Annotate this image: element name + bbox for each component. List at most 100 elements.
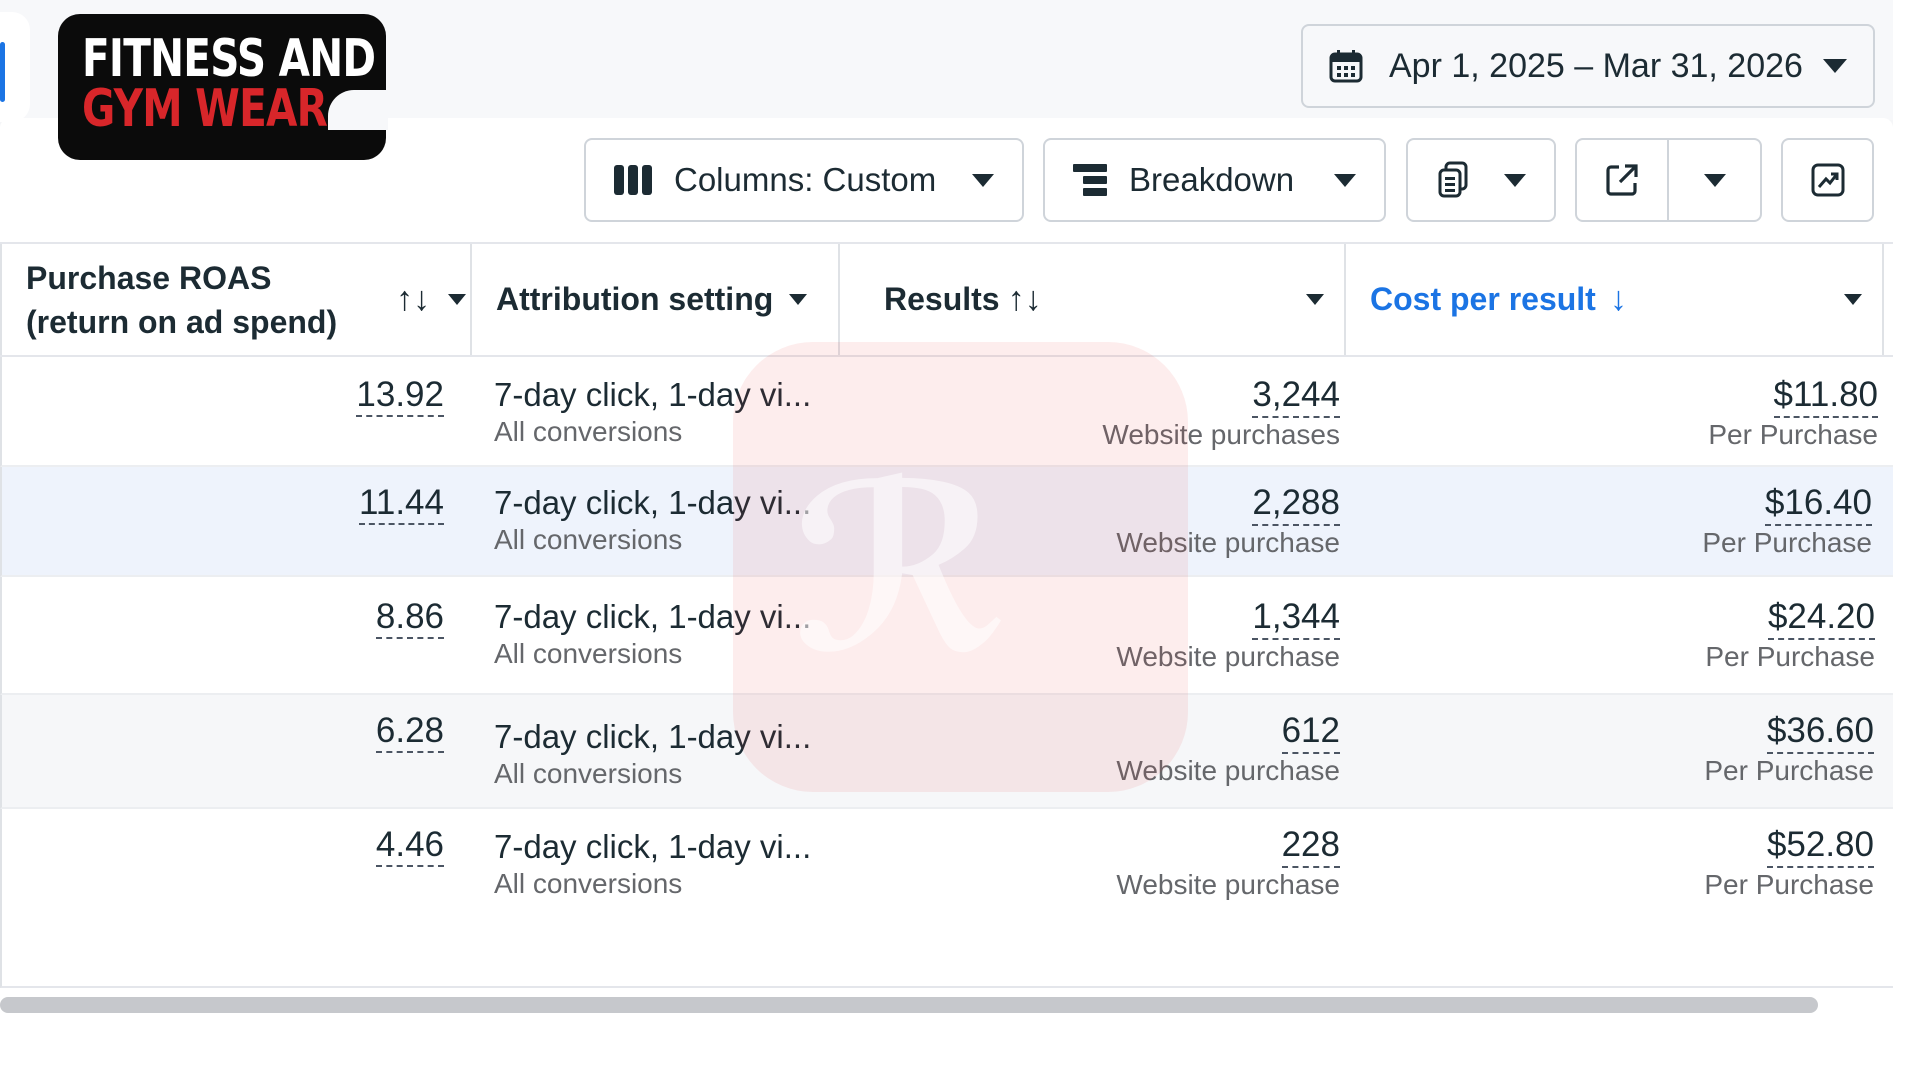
page-edge — [1893, 0, 1920, 1080]
results-cell: 1,344 Website purchase — [1116, 597, 1340, 674]
roas-value[interactable]: 8.86 — [375, 597, 444, 639]
reports-icon — [1438, 161, 1468, 198]
reports-button[interactable] — [1406, 138, 1556, 222]
breakdown-button[interactable]: Breakdown — [1043, 138, 1386, 222]
export-button-group — [1575, 138, 1762, 222]
cost-cell: $52.80 Per Purchase — [1704, 825, 1874, 902]
calendar-icon — [1329, 50, 1363, 83]
attribution-subtext: All conversions — [494, 758, 683, 789]
cost-value[interactable]: $16.40 — [1764, 483, 1872, 526]
attribution-value: 7-day click, 1-day vi... — [494, 718, 812, 755]
date-range-picker[interactable]: Apr 1, 2025 – Mar 31, 2026 — [1301, 24, 1875, 108]
roas-cell: 8.86 — [375, 597, 444, 639]
table-row[interactable]: 11.44 7-day click, 1-day vi... All conve… — [0, 467, 1893, 577]
roas-cell: 13.92 — [356, 375, 444, 417]
results-header-label: Results — [884, 281, 1000, 317]
chevron-down-icon — [1334, 173, 1356, 187]
date-range-label: Apr 1, 2025 – Mar 31, 2026 — [1389, 46, 1803, 85]
export-icon — [1606, 164, 1638, 196]
results-value[interactable]: 2,288 — [1252, 483, 1340, 526]
results-subtext: Website purchase — [1116, 869, 1340, 900]
results-value[interactable]: 1,344 — [1252, 597, 1340, 640]
attribution-value: 7-day click, 1-day vi... — [494, 828, 812, 865]
roas-header-line-2: (return on ad spend) — [26, 303, 338, 340]
cost-subtext: Per Purchase — [1704, 869, 1874, 900]
breakdown-icon — [1073, 164, 1107, 196]
column-header-attribution-setting[interactable]: Attribution setting — [472, 244, 840, 355]
horizontal-scrollbar[interactable] — [0, 997, 1818, 1013]
attribution-subtext: All conversions — [494, 524, 683, 555]
roas-cell: 6.28 — [375, 711, 444, 753]
chevron-down-icon[interactable] — [448, 294, 466, 305]
roas-header-line-1: Purchase ROAS — [26, 259, 272, 296]
table-row[interactable]: 4.46 7-day click, 1-day vi... All conver… — [0, 809, 1893, 925]
cost-value[interactable]: $24.20 — [1767, 597, 1875, 640]
attribution-subtext: All conversions — [494, 868, 683, 899]
results-cell: 612 Website purchase — [1116, 711, 1340, 788]
results-cell: 2,288 Website purchase — [1116, 483, 1340, 560]
column-header-purchase-roas[interactable]: Purchase ROAS (return on ad spend) ↑↓ — [0, 244, 472, 355]
results-cell: 228 Website purchase — [1116, 825, 1340, 902]
columns-button[interactable]: Columns: Custom — [584, 138, 1024, 222]
attribution-value: 7-day click, 1-day vi... — [494, 598, 812, 635]
attribution-subtext: All conversions — [494, 416, 683, 447]
attribution-value: 7-day click, 1-day vi... — [494, 484, 812, 521]
export-button[interactable] — [1577, 140, 1669, 220]
cost-value[interactable]: $11.80 — [1773, 375, 1878, 418]
table-toolbar: Columns: Custom Breakdown — [0, 138, 1920, 224]
cost-subtext: Per Purchase — [1705, 641, 1875, 672]
table-row[interactable]: 13.92 7-day click, 1-day vi... All conve… — [0, 357, 1893, 467]
roas-cell: 4.46 — [375, 825, 444, 867]
cost-subtext: Per Purchase — [1702, 527, 1872, 558]
attribution-cell: 7-day click, 1-day vi... All conversions — [494, 717, 811, 791]
roas-value[interactable]: 13.92 — [356, 375, 444, 417]
table-header: Purchase ROAS (return on ad spend) ↑↓ At… — [0, 242, 1893, 357]
results-value[interactable]: 3,244 — [1252, 375, 1340, 418]
logo-line-1: FITNESS AND — [82, 29, 376, 89]
columns-label: Columns: Custom — [674, 161, 937, 198]
export-menu-button[interactable] — [1669, 140, 1760, 220]
roas-value[interactable]: 4.46 — [375, 825, 444, 867]
results-value[interactable]: 228 — [1281, 825, 1340, 868]
roas-cell: 11.44 — [359, 483, 444, 525]
chevron-down-icon — [972, 173, 994, 187]
attribution-header-label: Attribution setting — [496, 281, 774, 317]
chart-icon — [1811, 163, 1844, 197]
breakdown-label: Breakdown — [1129, 161, 1295, 198]
left-nav-tab[interactable] — [0, 12, 30, 122]
logo-line-2: GYM WEAR — [82, 79, 328, 139]
cost-value[interactable]: $52.80 — [1766, 825, 1874, 868]
cost-cell: $24.20 Per Purchase — [1705, 597, 1875, 674]
cost-cell: $11.80 Per Purchase — [1708, 375, 1878, 452]
chevron-down-icon[interactable] — [1844, 294, 1862, 305]
column-header-results[interactable]: Results ↑↓ — [840, 244, 1346, 355]
chevron-down-icon[interactable] — [1306, 294, 1324, 305]
table-row[interactable]: 6.28 7-day click, 1-day vi... All conver… — [0, 695, 1893, 809]
roas-value[interactable]: 6.28 — [375, 711, 444, 753]
arrow-down-icon[interactable]: ↓ — [1610, 280, 1627, 319]
chevron-down-icon — [1703, 173, 1726, 187]
roas-value[interactable]: 11.44 — [359, 483, 444, 525]
cost-header-label: Cost per result — [1370, 281, 1596, 317]
cost-value[interactable]: $36.60 — [1766, 711, 1874, 754]
column-header-cost-per-result[interactable]: Cost per result ↓ — [1346, 244, 1884, 355]
view-charts-button[interactable] — [1781, 138, 1874, 222]
results-cell: 3,244 Website purchases — [1102, 375, 1340, 452]
cost-cell: $36.60 Per Purchase — [1704, 711, 1874, 788]
attribution-value: 7-day click, 1-day vi... — [494, 376, 812, 413]
results-subtext: Website purchase — [1116, 527, 1340, 558]
attribution-cell: 7-day click, 1-day vi... All conversions — [494, 483, 811, 557]
columns-icon — [614, 165, 652, 195]
chevron-down-icon — [1823, 59, 1847, 73]
results-subtext: Website purchase — [1116, 641, 1340, 672]
results-value[interactable]: 612 — [1281, 711, 1340, 754]
sort-icon[interactable]: ↑↓ — [396, 280, 430, 319]
table-row[interactable]: 8.86 7-day click, 1-day vi... All conver… — [0, 577, 1893, 695]
chevron-down-icon — [1504, 173, 1526, 187]
chevron-down-icon[interactable] — [789, 294, 808, 305]
sort-icon[interactable]: ↑↓ — [1008, 280, 1042, 319]
cost-subtext: Per Purchase — [1708, 419, 1878, 450]
table-footer-row — [0, 922, 1893, 988]
attribution-cell: 7-day click, 1-day vi... All conversions — [494, 827, 811, 901]
cost-subtext: Per Purchase — [1704, 755, 1874, 786]
